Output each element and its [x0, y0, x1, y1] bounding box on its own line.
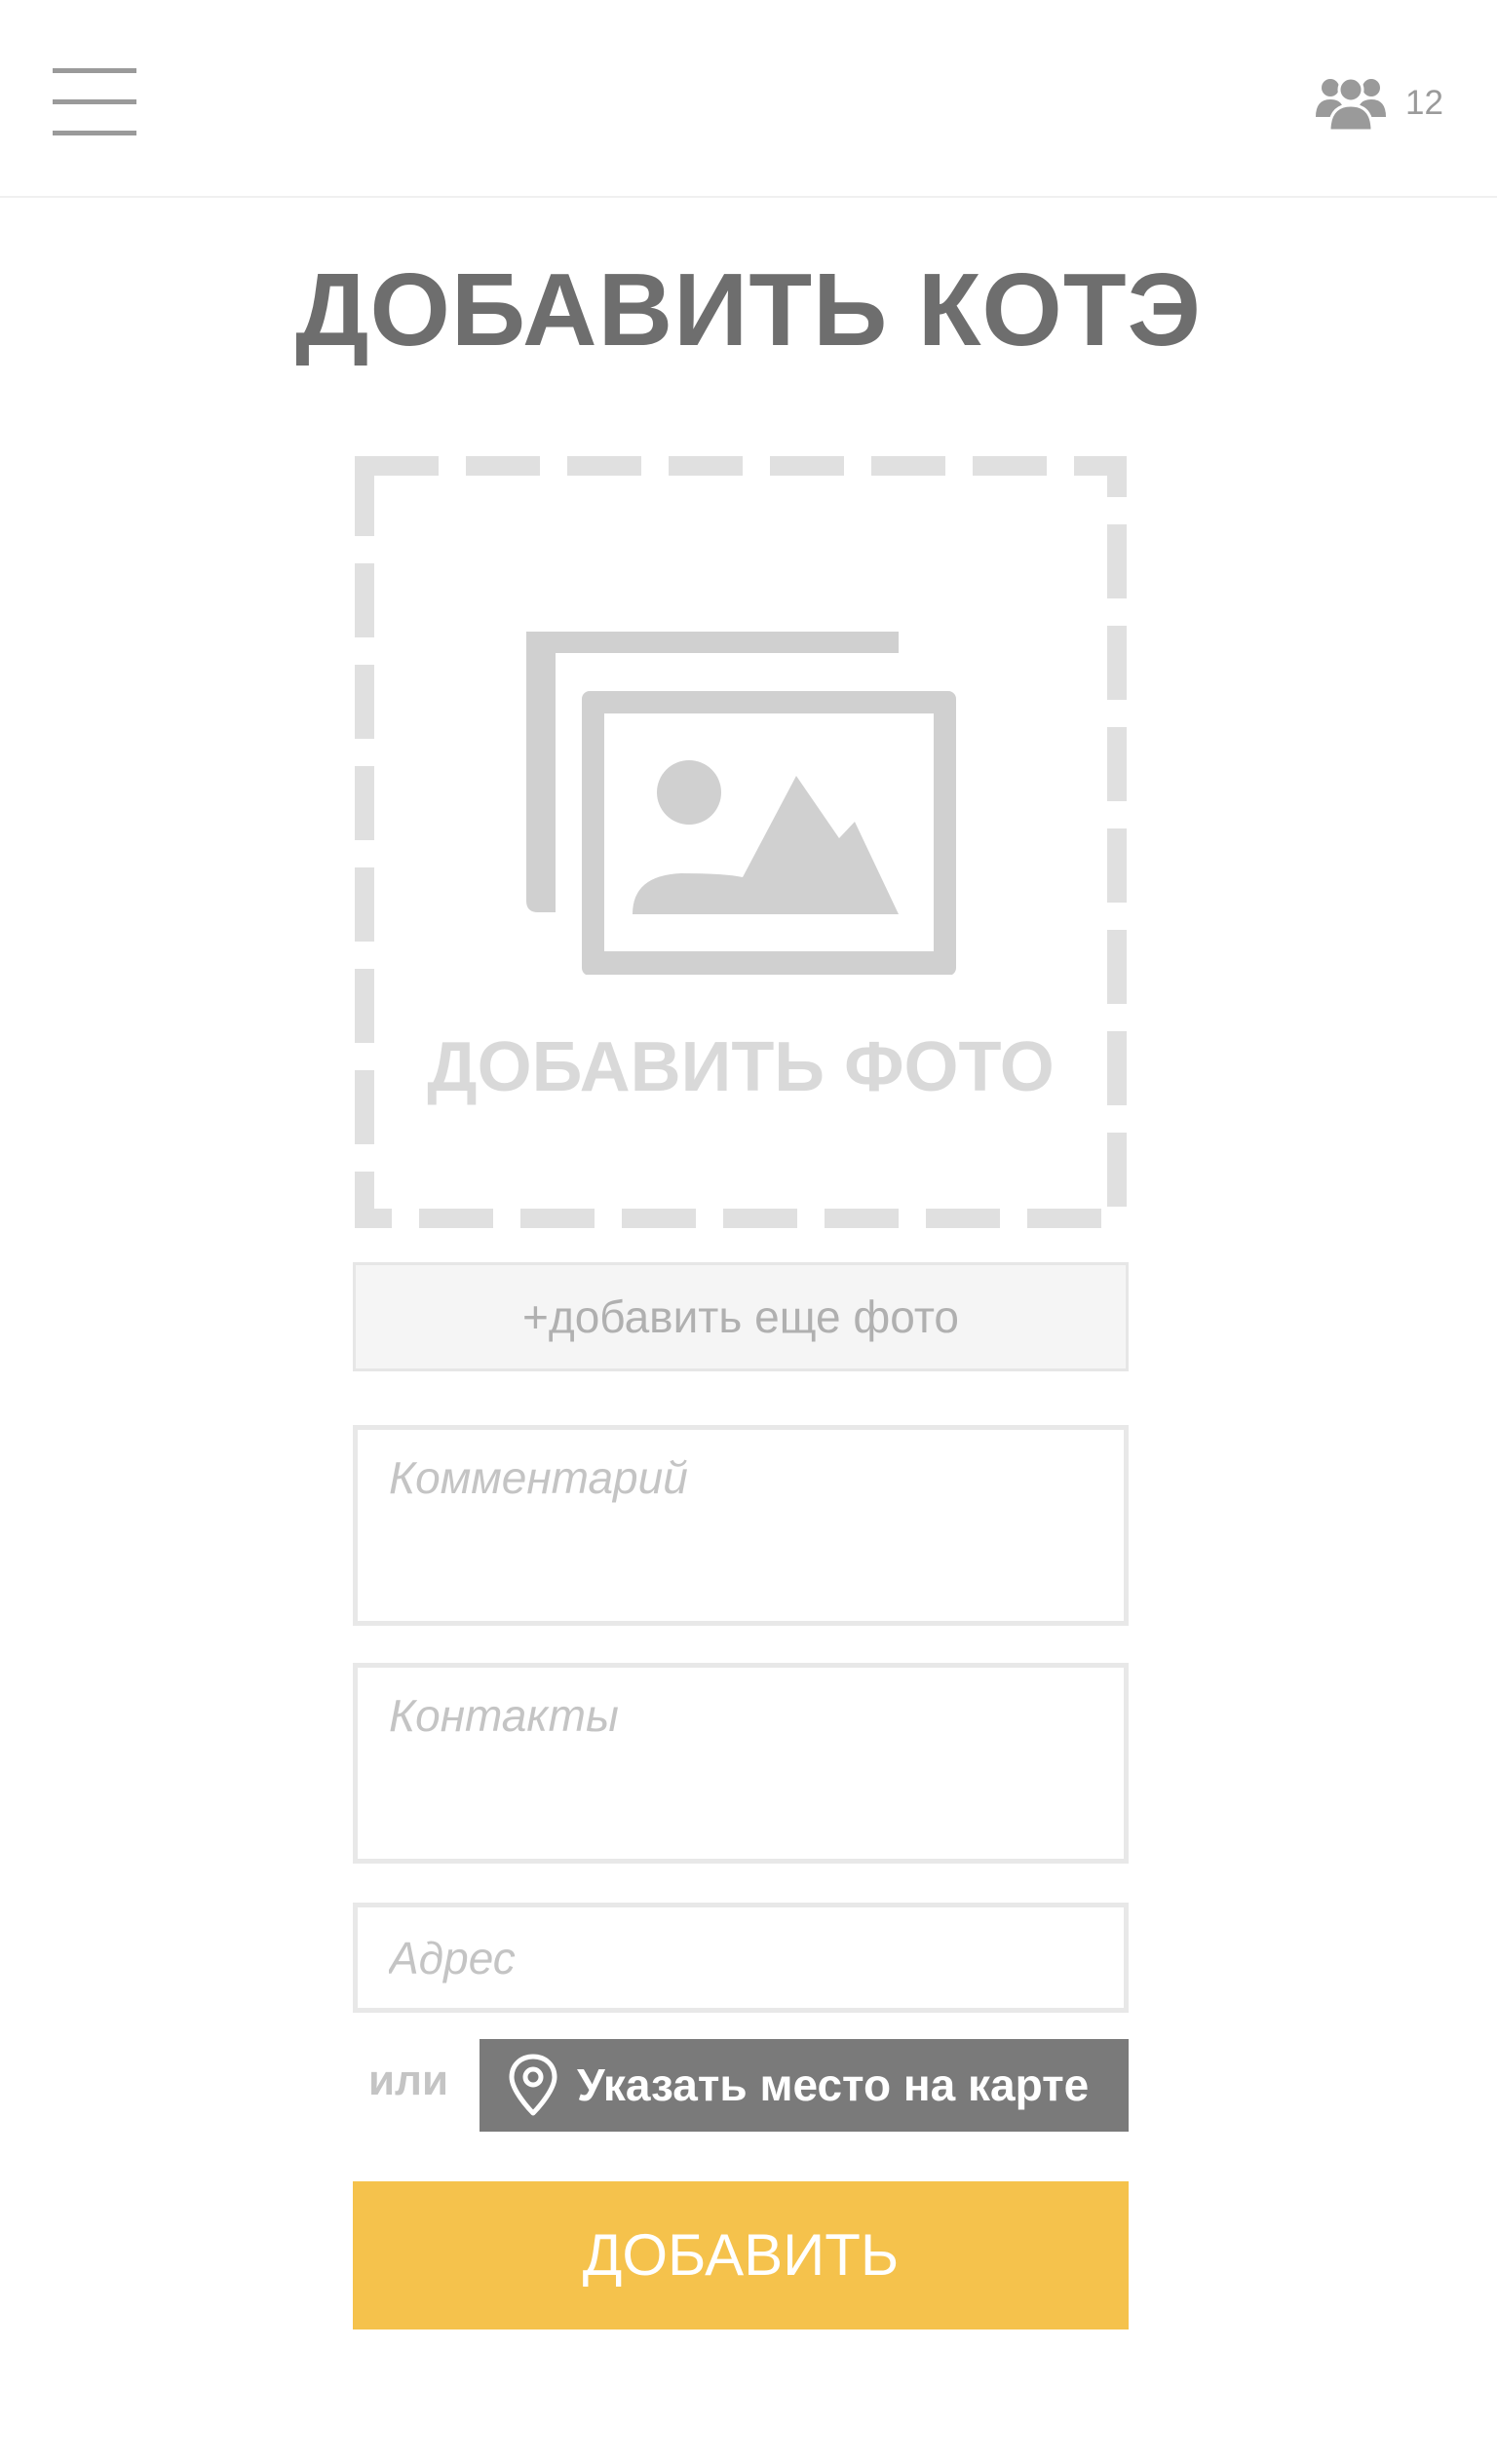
users-button[interactable]: 12 — [1316, 70, 1462, 138]
photo-dropzone[interactable]: ДОБАВИТЬ ФОТО — [353, 454, 1129, 1230]
add-photo-label: ДОБАВИТЬ ФОТО — [427, 1028, 1055, 1106]
map-pin-icon — [509, 2054, 557, 2116]
menu-line — [53, 99, 136, 104]
menu-line — [53, 131, 136, 135]
users-group-icon — [1316, 76, 1386, 131]
photo-gallery-icon — [526, 632, 956, 975]
map-button-label: Указать место на карте — [577, 2060, 1090, 2110]
add-more-photo-button[interactable]: +добавить еще фото — [353, 1262, 1129, 1371]
contacts-field[interactable] — [353, 1663, 1129, 1864]
comment-field[interactable] — [353, 1425, 1129, 1626]
hamburger-menu-icon[interactable] — [53, 68, 136, 136]
top-bar: 12 — [0, 0, 1497, 198]
pick-on-map-button[interactable]: Указать место на карте — [480, 2039, 1129, 2132]
users-count: 12 — [1405, 84, 1443, 122]
page-title: ДОБАВИТЬ КОТЭ — [294, 252, 1203, 367]
add-cat-page: 12 ДОБАВИТЬ КОТЭ ДОБАВИТЬ ФОТО +добавить… — [0, 0, 1497, 2464]
menu-line — [53, 68, 136, 73]
submit-button[interactable]: ДОБАВИТЬ — [353, 2181, 1129, 2329]
address-input[interactable] — [353, 1903, 1129, 2013]
or-separator: или — [368, 2057, 449, 2104]
